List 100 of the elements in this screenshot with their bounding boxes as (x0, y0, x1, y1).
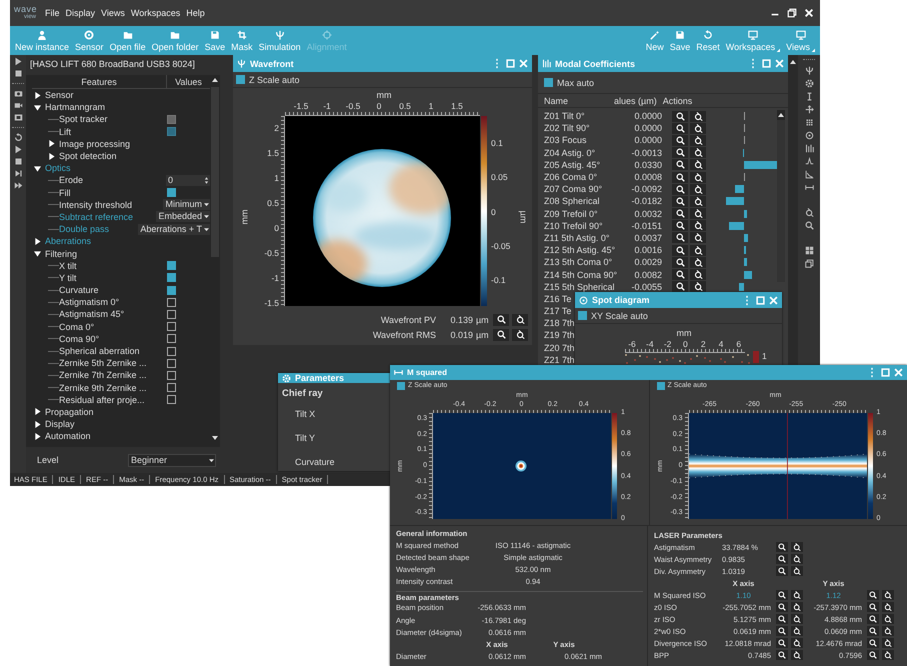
maximize-icon[interactable] (762, 59, 771, 68)
tree-item[interactable]: Optics (45, 163, 71, 174)
search-button[interactable] (672, 122, 688, 134)
scrollbar[interactable] (211, 77, 219, 441)
checkbox[interactable] (167, 298, 176, 307)
locate-button[interactable] (882, 638, 894, 648)
search-button[interactable] (776, 638, 788, 648)
menu-item[interactable]: Workspaces (130, 8, 180, 18)
checkbox[interactable] (167, 395, 176, 404)
search-button[interactable] (867, 602, 879, 612)
locate-button[interactable] (791, 626, 803, 636)
search-button[interactable] (776, 542, 788, 552)
checkbox[interactable] (544, 78, 553, 87)
restore-icon[interactable] (787, 8, 797, 18)
locate-button[interactable] (690, 220, 706, 232)
column-header[interactable]: alues (µm) (614, 96, 657, 106)
more-icon[interactable] (495, 58, 499, 69)
tiles-icon[interactable] (804, 246, 814, 255)
locate-button[interactable] (690, 134, 706, 146)
expand-arrow-icon[interactable] (34, 238, 41, 245)
text-cursor-icon[interactable] (804, 92, 814, 101)
expand-arrow-icon[interactable] (34, 250, 41, 258)
search-button[interactable] (672, 196, 688, 207)
scroll-up-icon[interactable] (790, 59, 796, 65)
locate-button[interactable] (791, 566, 803, 576)
checkbox[interactable] (167, 273, 176, 282)
grid-icon[interactable] (804, 118, 814, 127)
camera-icon[interactable] (14, 89, 22, 98)
locate-button[interactable] (791, 554, 803, 564)
search-button[interactable] (672, 147, 688, 158)
tree-item[interactable]: Aberrations (45, 236, 92, 246)
number-field[interactable]: 0 (166, 174, 210, 186)
search-button[interactable] (776, 566, 788, 576)
stop-icon[interactable] (14, 69, 22, 78)
expand-arrow-icon[interactable] (48, 152, 55, 160)
checkbox[interactable] (167, 286, 176, 295)
scroll-up-icon[interactable] (212, 77, 218, 83)
search-button[interactable] (776, 650, 788, 660)
tree-item[interactable]: Propagation (45, 406, 94, 417)
locate-button[interactable] (690, 232, 706, 244)
refresh-icon[interactable] (14, 133, 22, 142)
expand-arrow-icon[interactable] (34, 92, 41, 99)
expand-arrow-icon[interactable] (34, 420, 41, 428)
search-button[interactable] (493, 328, 509, 340)
search-button[interactable] (672, 220, 688, 232)
search-button[interactable] (672, 134, 688, 146)
step-icon[interactable] (14, 169, 22, 178)
circle-icon[interactable] (804, 131, 814, 140)
scroll-down-icon[interactable] (212, 435, 218, 441)
chart-icon[interactable] (804, 170, 814, 179)
checkbox[interactable] (167, 334, 176, 344)
more-icon[interactable] (745, 294, 749, 306)
more-icon[interactable] (751, 58, 755, 69)
scroll-up-icon[interactable] (778, 112, 784, 118)
expand-arrow-icon[interactable] (34, 408, 41, 416)
locate-button[interactable] (690, 147, 706, 158)
locate-button[interactable] (690, 159, 706, 170)
checkbox[interactable] (167, 322, 176, 332)
locate-button[interactable] (690, 184, 706, 195)
column-header[interactable]: Name (544, 96, 614, 106)
search-button[interactable] (776, 554, 788, 564)
search-button[interactable] (672, 184, 688, 195)
search-button[interactable] (867, 650, 879, 660)
column-header[interactable]: Actions (662, 96, 692, 106)
maximize-icon[interactable] (756, 296, 765, 305)
checkbox[interactable] (167, 358, 176, 368)
locate-button[interactable] (882, 614, 894, 624)
expand-arrow-icon[interactable] (48, 140, 55, 148)
locate-button[interactable] (882, 626, 894, 636)
locate-button[interactable] (690, 110, 706, 122)
search-button[interactable] (776, 614, 788, 624)
column-header[interactable]: Values (167, 75, 210, 88)
video-icon[interactable] (14, 101, 22, 110)
locate-button[interactable] (791, 638, 803, 648)
checkbox[interactable] (167, 261, 176, 270)
checkbox[interactable] (397, 382, 405, 390)
search-button[interactable] (672, 208, 688, 220)
tree-item[interactable]: Display (45, 419, 75, 430)
locate-button[interactable] (690, 256, 706, 268)
arrows-icon[interactable] (804, 105, 814, 114)
menu-item[interactable]: File (45, 8, 60, 18)
dropdown[interactable]: Embedded (156, 211, 210, 222)
dropdown[interactable]: Minimum (163, 199, 210, 210)
search-button[interactable] (672, 110, 688, 122)
film-icon[interactable] (14, 113, 22, 122)
locate-button[interactable] (791, 542, 803, 552)
tree-item[interactable]: Image processing (59, 138, 130, 149)
search-button[interactable] (672, 232, 688, 244)
locate-button[interactable] (791, 602, 803, 612)
search-button[interactable] (867, 590, 879, 600)
checkbox[interactable] (167, 383, 176, 392)
search-button[interactable] (776, 626, 788, 636)
search-button[interactable] (867, 626, 879, 636)
close-icon[interactable] (804, 8, 814, 18)
search-button[interactable] (672, 172, 688, 183)
level-dropdown[interactable]: Beginner (128, 454, 216, 466)
checkbox[interactable] (656, 382, 664, 390)
locate-button[interactable] (512, 328, 528, 340)
dropdown[interactable]: Aberrations + T (138, 224, 210, 235)
settings-icon[interactable] (804, 79, 814, 88)
